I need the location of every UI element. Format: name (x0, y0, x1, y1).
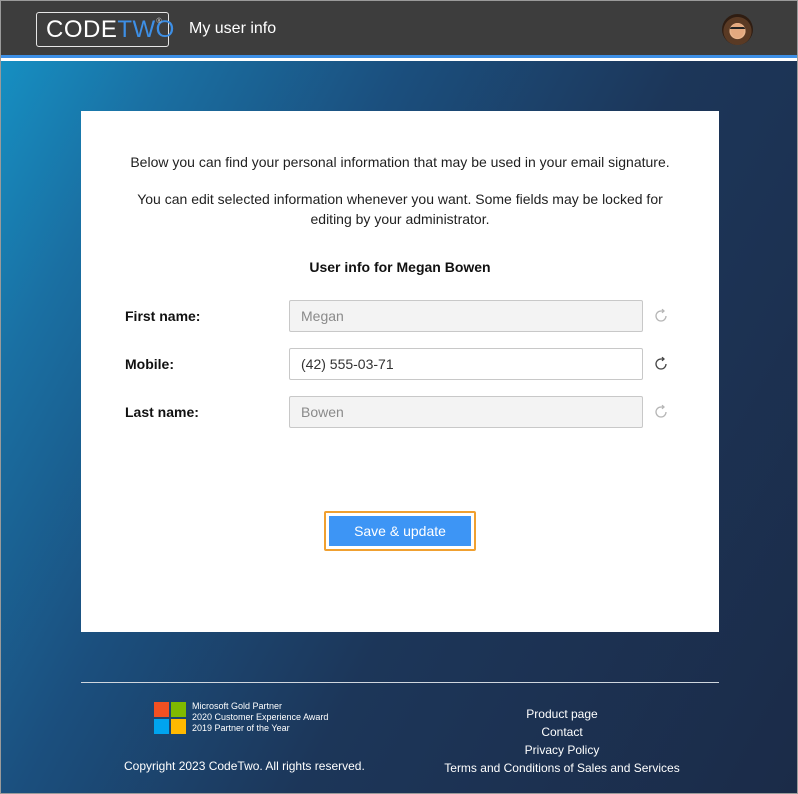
partner-line-3: 2019 Partner of the Year (192, 723, 290, 733)
user-avatar[interactable] (722, 14, 753, 45)
first-name-refresh-icon[interactable] (653, 308, 669, 324)
mobile-field[interactable] (289, 348, 643, 380)
top-bar: CODETWO ® My user info (1, 1, 797, 58)
first-name-field[interactable] (289, 300, 643, 332)
logo-two-text: TWO (117, 16, 175, 43)
avatar-glasses (730, 27, 745, 31)
intro-text-2: You can edit selected information whenev… (137, 191, 663, 227)
save-update-button[interactable]: Save & update (329, 516, 471, 546)
user-info-heading: User info for Megan Bowen (309, 259, 491, 275)
ms-logo-yellow (171, 719, 186, 734)
user-info-card: Below you can find your personal informa… (81, 111, 719, 632)
page-title: My user info (189, 20, 277, 37)
terms-link[interactable]: Terms and Conditions of Sales and Servic… (441, 759, 683, 777)
mobile-label: Mobile: (125, 356, 174, 372)
app-window: CODETWO ® My user info Below you can find… (0, 0, 798, 794)
ms-logo-green (171, 702, 186, 717)
partner-line-1: Microsoft Gold Partner (192, 701, 283, 711)
copyright-text: Copyright 2023 CodeTwo. All rights reser… (124, 759, 365, 773)
privacy-policy-link[interactable]: Privacy Policy (441, 741, 683, 759)
logo-registered-mark: ® (156, 18, 162, 25)
microsoft-logo-icon (154, 702, 186, 734)
partner-awards: Microsoft Gold Partner 2020 Customer Exp… (192, 701, 328, 734)
footer-divider (81, 682, 719, 683)
last-name-refresh-icon[interactable] (653, 404, 669, 420)
last-name-label: Last name: (125, 404, 199, 420)
ms-logo-red (154, 702, 169, 717)
partner-line-2: 2020 Customer Experience Award (192, 712, 329, 722)
footer-links: Product page Contact Privacy Policy Term… (441, 705, 683, 777)
contact-link[interactable]: Contact (441, 723, 683, 741)
mobile-refresh-icon[interactable] (653, 356, 669, 372)
product-page-link[interactable]: Product page (441, 705, 683, 723)
intro-text-1: Below you can find your personal informa… (130, 154, 670, 170)
last-name-field[interactable] (289, 396, 643, 428)
logo-code-text: CODE (46, 16, 118, 43)
first-name-label: First name: (125, 308, 201, 324)
save-button-focus-ring: Save & update (324, 511, 476, 551)
codetwo-logo[interactable]: CODETWO ® (36, 12, 174, 47)
ms-logo-blue (154, 719, 169, 734)
